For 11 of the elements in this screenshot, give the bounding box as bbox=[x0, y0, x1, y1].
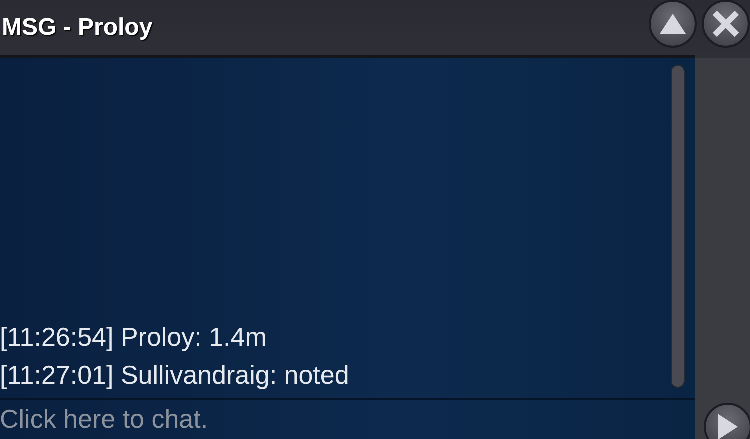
scrollbar-thumb[interactable] bbox=[671, 65, 685, 388]
chat-message: [11:27:01] Sullivandraig: noted bbox=[0, 359, 350, 392]
close-icon bbox=[712, 10, 740, 38]
send-button[interactable] bbox=[704, 403, 750, 439]
up-triangle-icon bbox=[659, 13, 687, 35]
chat-message: [11:26:54] Proloy: 1.4m bbox=[0, 321, 268, 354]
close-button[interactable] bbox=[702, 0, 750, 48]
right-triangle-icon bbox=[717, 413, 739, 439]
chat-input-field[interactable]: Click here to chat. bbox=[0, 400, 695, 439]
window-title: MSG - Proloy bbox=[1, 16, 153, 40]
collapse-button[interactable] bbox=[649, 0, 697, 48]
